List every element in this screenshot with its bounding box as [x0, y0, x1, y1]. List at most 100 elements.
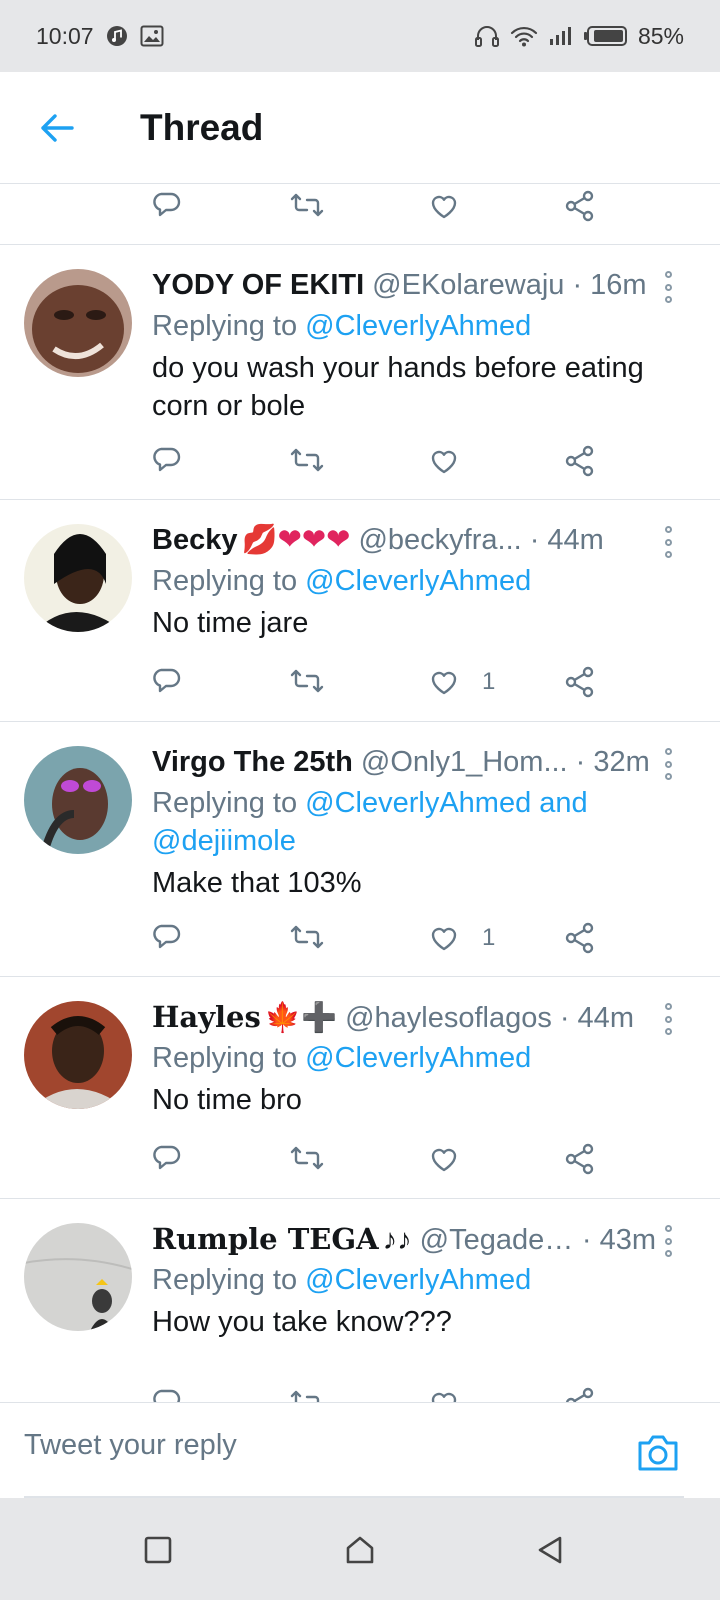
retweet-button[interactable]: [288, 1139, 326, 1179]
reply-icon: [153, 1389, 181, 1402]
recents-button[interactable]: [136, 1528, 180, 1572]
share-icon: [565, 922, 594, 954]
reply-icon: [153, 668, 181, 693]
reply-button[interactable]: [152, 441, 186, 481]
author-handle[interactable]: @haylesoflagos: [345, 1000, 552, 1036]
avatar[interactable]: [24, 1001, 132, 1109]
reply-composer: Tweet your reply: [0, 1402, 720, 1498]
like-button[interactable]: [428, 186, 460, 226]
replying-prefix: Replying to: [152, 1264, 298, 1296]
share-button[interactable]: [564, 441, 596, 481]
mention-link[interactable]: @CleverlyAhmed: [305, 565, 531, 597]
share-button[interactable]: [564, 918, 596, 958]
more-button[interactable]: [656, 748, 680, 780]
author-name[interactable]: Hayles: [152, 999, 261, 1035]
retweet-icon: [290, 448, 324, 472]
retweet-button[interactable]: [288, 662, 326, 702]
recents-icon: [144, 1536, 172, 1564]
reply-button[interactable]: [152, 918, 186, 958]
reply-input[interactable]: Tweet your reply: [24, 1429, 237, 1462]
author-name[interactable]: Becky: [152, 522, 237, 558]
like-button[interactable]: 1: [428, 918, 495, 958]
status-time: 10:07: [36, 22, 94, 49]
retweet-button[interactable]: [288, 186, 326, 226]
retweet-button[interactable]: [288, 1383, 326, 1402]
more-button[interactable]: [656, 526, 680, 558]
share-button[interactable]: [564, 1383, 596, 1402]
replying-to: Replying to @CleverlyAhmed: [152, 307, 680, 345]
author-name[interactable]: Rumple TEGA: [152, 1221, 379, 1257]
more-button[interactable]: [656, 1003, 680, 1035]
tweet-2[interactable]: Becky 💋❤❤❤ @beckyfra... · 44m Replying t…: [0, 500, 720, 722]
reply-icon: [153, 1145, 181, 1170]
avatar[interactable]: [24, 746, 132, 854]
tweet-time: · 16m: [572, 269, 647, 301]
more-button[interactable]: [656, 1225, 680, 1257]
battery-icon: [583, 25, 628, 47]
replying-and: and: [539, 787, 588, 819]
author-handle[interactable]: @Tegadeyf...: [420, 1222, 574, 1258]
reply-button[interactable]: [152, 662, 186, 702]
share-icon: [565, 1387, 594, 1402]
share-icon: [565, 190, 594, 222]
share-icon: [565, 445, 594, 477]
like-count: 1: [482, 668, 496, 695]
tweet-3[interactable]: Virgo The 25th @Only1_Hom... · 32m Reply…: [0, 722, 720, 977]
mention-link[interactable]: @CleverlyAhmed: [305, 310, 531, 342]
tweet-4[interactable]: Hayles 🍁➕ @haylesoflagos · 44m Replying …: [0, 977, 720, 1199]
reply-icon: [153, 447, 181, 472]
retweet-icon: [290, 925, 324, 949]
share-button[interactable]: [564, 662, 596, 702]
retweet-button[interactable]: [288, 441, 326, 481]
share-button[interactable]: [564, 186, 596, 226]
like-button[interactable]: [428, 1383, 460, 1402]
like-icon: [431, 450, 457, 474]
camera-icon: [638, 1435, 678, 1471]
back-icon: [538, 1536, 562, 1564]
reply-button[interactable]: [152, 186, 186, 226]
mention-link[interactable]: @CleverlyAhmed: [305, 1264, 531, 1296]
avatar[interactable]: [24, 1223, 132, 1331]
author-name[interactable]: Virgo The 25th: [152, 744, 353, 780]
reply-button[interactable]: [152, 1139, 186, 1179]
retweet-button[interactable]: [288, 918, 326, 958]
camera-button[interactable]: [636, 1433, 680, 1473]
back-nav-button[interactable]: [528, 1528, 572, 1572]
mention-link[interactable]: @CleverlyAhmed: [305, 1042, 531, 1074]
tweet-5[interactable]: Rumple TEGA ♪♪ @Tegadeyf... · 43m Replyi…: [0, 1199, 720, 1402]
home-button[interactable]: [338, 1528, 382, 1572]
mention-link[interactable]: @CleverlyAhmed: [305, 787, 531, 819]
tweet-1[interactable]: YODY OF EKITI @EKolarewaju · 16m Replyin…: [0, 245, 720, 500]
avatar[interactable]: [24, 269, 132, 377]
retweet-icon: [290, 1146, 324, 1170]
thread-feed[interactable]: YODY OF EKITI @EKolarewaju · 16m Replyin…: [0, 184, 720, 1402]
reply-button[interactable]: [152, 1383, 186, 1402]
reply-icon: [153, 192, 181, 217]
partial-tweet-actions: [0, 184, 720, 245]
headphones-icon: [474, 24, 500, 48]
tweet-time: · 44m: [559, 1002, 634, 1034]
back-button[interactable]: [26, 97, 88, 159]
system-nav-bar: [0, 1498, 720, 1600]
back-arrow-icon: [41, 113, 74, 142]
more-button[interactable]: [656, 271, 680, 303]
like-button[interactable]: 1: [428, 662, 495, 702]
share-button[interactable]: [564, 1139, 596, 1179]
avatar[interactable]: [24, 524, 132, 632]
replying-prefix: Replying to: [152, 787, 298, 819]
name-emoji: ♪♪: [382, 1224, 412, 1256]
battery-percent: 85%: [637, 22, 684, 49]
author-handle[interactable]: @EKolarewaju: [372, 267, 564, 303]
name-emoji: 💋❤❤❤: [241, 524, 351, 556]
author-handle[interactable]: @Only1_Hom...: [361, 744, 568, 780]
mention-link[interactable]: @dejiimole: [152, 825, 296, 857]
retweet-icon: [290, 1390, 324, 1402]
author-name[interactable]: YODY OF EKITI: [152, 267, 364, 303]
like-icon: [431, 1392, 457, 1402]
like-button[interactable]: [428, 441, 460, 481]
replying-to: Replying to @CleverlyAhmed: [152, 562, 680, 600]
signal-icon: [548, 25, 574, 47]
tweet-text: do you wash your hands before eating cor…: [152, 352, 644, 422]
like-button[interactable]: [428, 1139, 460, 1179]
author-handle[interactable]: @beckyfra...: [358, 522, 521, 558]
